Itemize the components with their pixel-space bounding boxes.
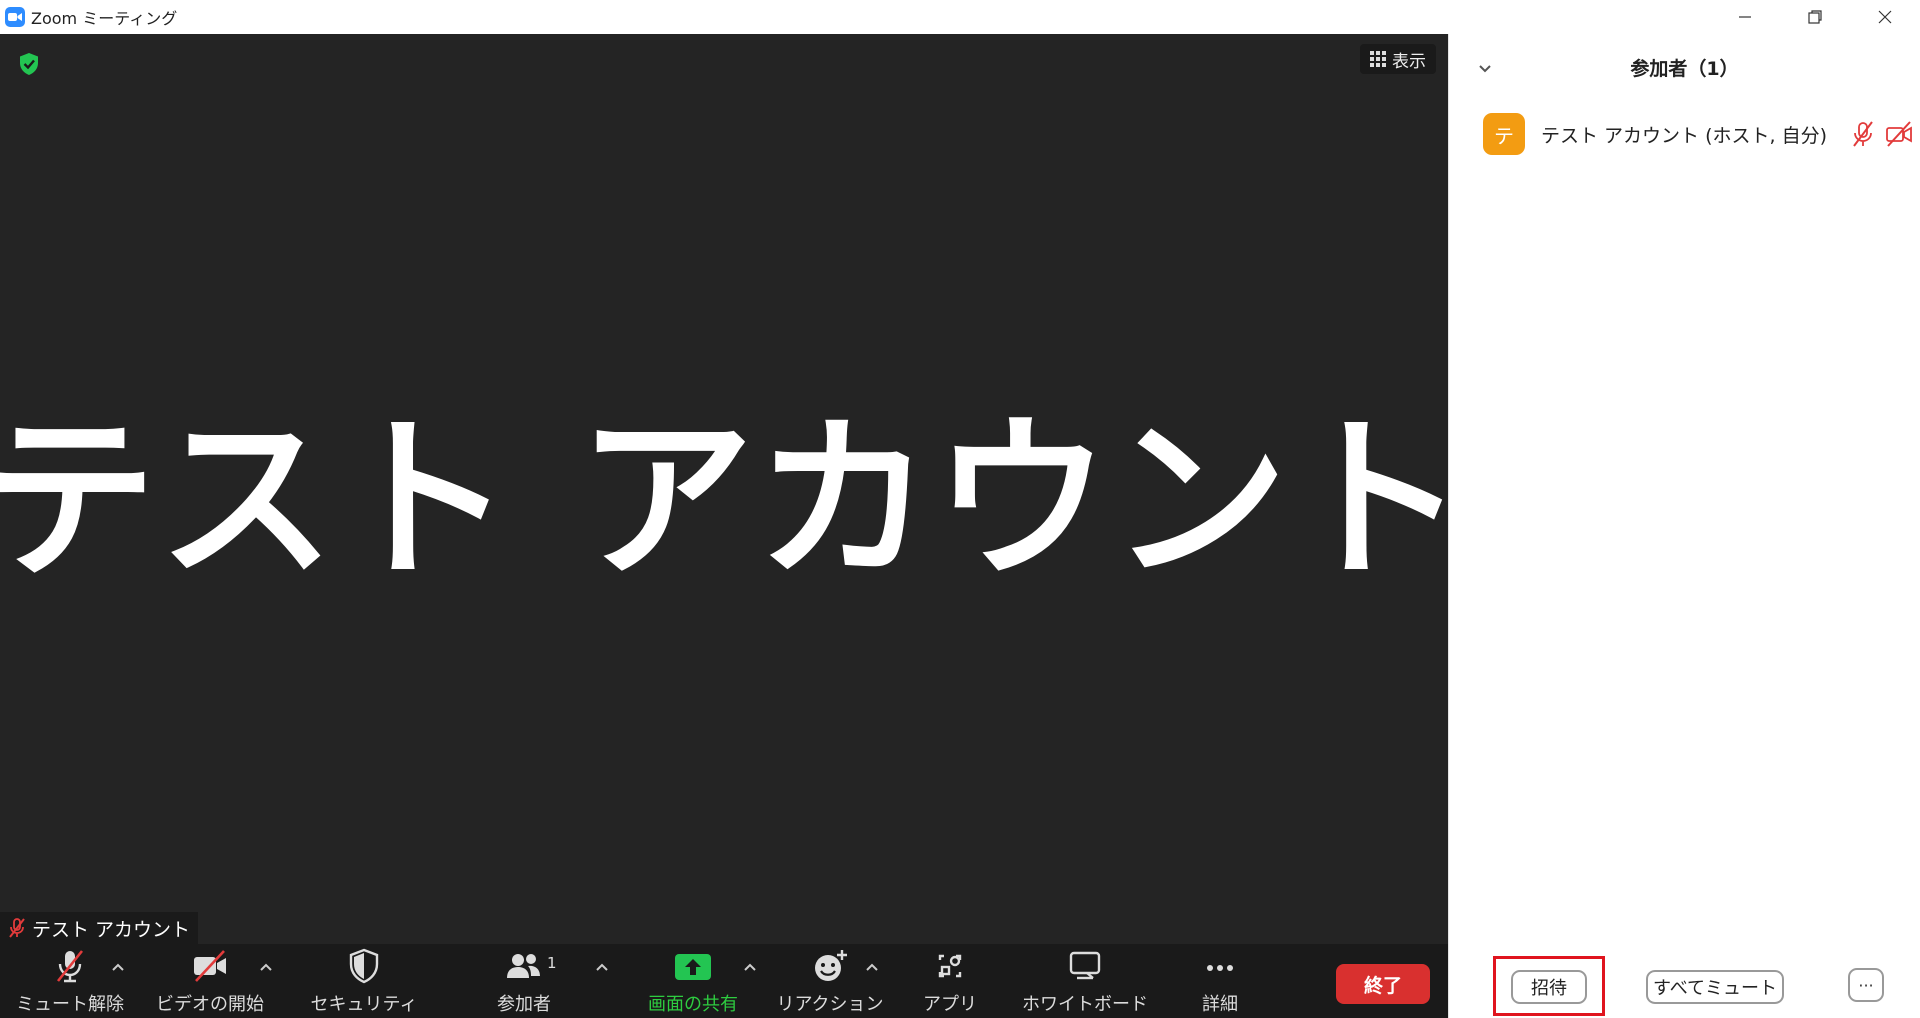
participants-icon — [507, 954, 540, 978]
audio-options-caret[interactable] — [110, 958, 130, 974]
whiteboard-icon — [1069, 951, 1101, 980]
video-options-caret[interactable] — [258, 958, 278, 974]
window-title: Zoom ミーティング — [31, 9, 178, 28]
end-meeting-button[interactable]: 終了 — [1336, 964, 1430, 1004]
chevron-up-icon — [866, 963, 878, 971]
reactions-button[interactable]: リアクション — [776, 944, 884, 1018]
participants-panel-footer: 招待 すべてミュート ··· — [1449, 950, 1920, 1018]
participants-panel: 参加者（1） テ テスト アカウント (ホスト, 自分) 招待 すべてミュート … — [1448, 34, 1920, 1018]
toolbar-label-security: セキュリティ — [310, 994, 418, 1015]
toolbar-label-whiteboard: ホワイトボード — [1022, 994, 1148, 1015]
chevron-up-icon — [596, 963, 608, 971]
toolbar-label-unmute: ミュート解除 — [16, 994, 124, 1015]
participants-panel-title: 参加者（1） — [1630, 57, 1739, 80]
close-icon — [1878, 10, 1892, 24]
more-icon: ··· — [1858, 975, 1874, 995]
share-screen-icon — [675, 954, 711, 980]
chevron-down-icon — [1479, 65, 1491, 73]
video-off-icon — [1886, 121, 1912, 147]
share-screen-button[interactable]: 画面の共有 — [638, 944, 748, 1018]
window-controls — [1710, 0, 1920, 34]
participants-panel-header: 参加者（1） — [1449, 34, 1920, 100]
toolbar-label-reactions: リアクション — [776, 994, 884, 1015]
mic-muted-icon — [56, 950, 84, 983]
toolbar-label-start-video: ビデオの開始 — [156, 994, 264, 1015]
mute-all-button[interactable]: すべてミュート — [1646, 970, 1784, 1004]
unmute-button[interactable]: ミュート解除 — [16, 944, 124, 1018]
participant-status-icons — [1849, 120, 1913, 148]
participant-display-name: テスト アカウント — [0, 397, 1468, 603]
participants-button[interactable]: 参加者 — [474, 944, 574, 1018]
share-options-caret[interactable] — [742, 958, 762, 974]
security-button[interactable]: セキュリティ — [311, 944, 417, 1018]
minimize-icon — [1739, 16, 1751, 18]
restore-button[interactable] — [1780, 0, 1850, 34]
toolbar-label-share-screen: 画面の共有 — [648, 994, 738, 1015]
chevron-up-icon — [112, 963, 124, 971]
invite-button[interactable]: 招待 — [1511, 970, 1587, 1004]
more-icon — [1207, 965, 1233, 971]
toolbar-label-more: 詳細 — [1202, 994, 1238, 1015]
participants-options-caret[interactable] — [594, 958, 614, 974]
apps-button[interactable]: アプリ — [900, 944, 1000, 1018]
close-button[interactable] — [1850, 0, 1920, 34]
chevron-up-icon — [744, 963, 756, 971]
reactions-options-caret[interactable] — [864, 958, 884, 974]
restore-icon — [1808, 10, 1822, 24]
chevron-up-icon — [260, 963, 272, 971]
reaction-icon — [815, 950, 847, 981]
apps-icon — [938, 954, 962, 978]
minimize-button[interactable] — [1710, 0, 1780, 34]
mic-muted-icon — [1853, 121, 1873, 147]
participant-row[interactable]: テ テスト アカウント (ホスト, 自分) — [1483, 112, 1913, 156]
toolbar-label-apps: アプリ — [923, 994, 977, 1015]
video-off-icon — [194, 950, 226, 982]
participants-count-badge: 1 — [547, 954, 557, 972]
collapse-panel-button[interactable] — [1477, 60, 1497, 76]
avatar: テ — [1483, 113, 1525, 155]
title-bar: Zoom ミーティング — [0, 0, 1920, 34]
start-video-button[interactable]: ビデオの開始 — [155, 944, 265, 1018]
zoom-logo-icon — [5, 7, 25, 27]
toolbar-label-participants: 参加者 — [497, 994, 551, 1015]
shield-icon — [349, 948, 379, 984]
name-tag-label: テスト アカウント — [32, 918, 191, 941]
whiteboard-button[interactable]: ホワイトボード — [1022, 944, 1148, 1018]
video-name-tag: テスト アカウント — [0, 912, 199, 944]
more-button[interactable]: 詳細 — [1170, 944, 1270, 1018]
participant-name: テスト アカウント (ホスト, 自分) — [1541, 124, 1827, 147]
panel-more-button[interactable]: ··· — [1848, 968, 1884, 1002]
video-area: 表示 テスト アカウント テスト アカウント — [0, 34, 1468, 944]
mic-muted-icon — [9, 918, 25, 938]
meeting-toolbar: ミュート解除 ビデオの開始 セキュリティ 参加者 1 画面の共有 リアクション … — [0, 944, 1448, 1018]
